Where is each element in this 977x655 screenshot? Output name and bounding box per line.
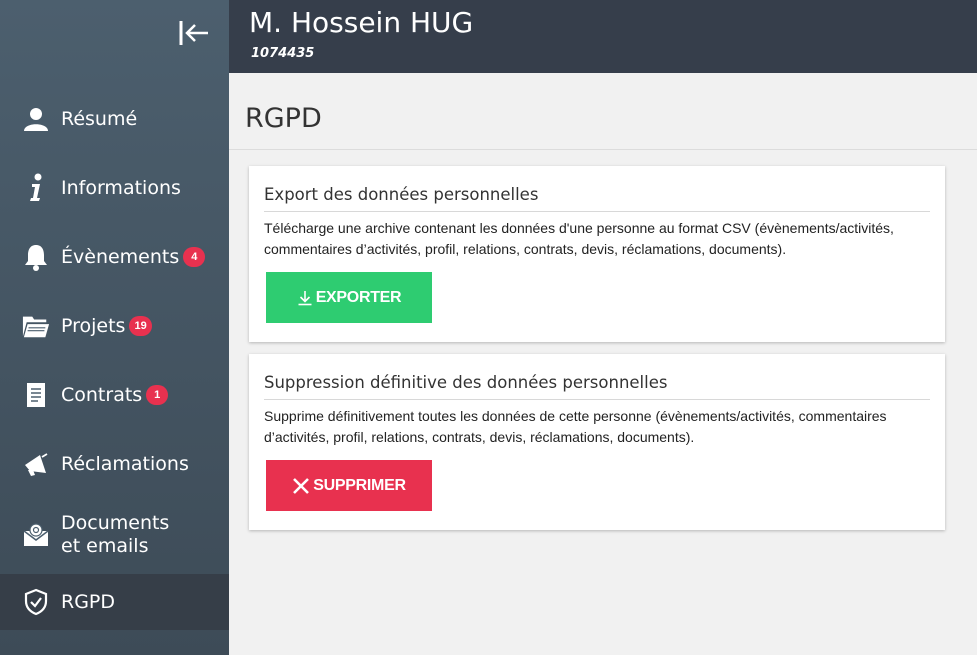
sidebar-item-documents[interactable]: Documents et emails [0, 505, 229, 565]
sidebar-item-evenements[interactable]: Évènements 4 [0, 229, 229, 285]
delete-card-divider [264, 399, 930, 400]
envelope-icon [22, 521, 50, 549]
sidebar-item-label: Documents et emails [61, 512, 169, 558]
sidebar-item-text-line2: et emails [61, 535, 149, 557]
delete-card-description: Supprime définitivement toutes les donné… [264, 408, 887, 445]
sidebar: Résumé Informations Évènements 4 Projets… [0, 0, 229, 655]
sidebar-item-projets[interactable]: Projets 19 [0, 298, 229, 354]
sidebar-item-text: Projets [61, 314, 126, 337]
title-divider [229, 149, 977, 150]
bell-icon [22, 243, 50, 271]
sidebar-item-label: RGPD [61, 590, 116, 613]
shield-check-icon [22, 588, 50, 616]
contact-id: 1074435 [251, 46, 315, 61]
events-count-badge: 4 [183, 247, 206, 267]
collapse-left-icon [179, 21, 208, 45]
sidebar-item-text: Évènements [61, 245, 180, 268]
sidebar-item-label: Évènements 4 [61, 245, 206, 269]
page-title: RGPD [245, 103, 322, 134]
document-icon [22, 381, 50, 409]
sidebar-item-rgpd[interactable]: RGPD [0, 574, 229, 630]
sidebar-item-label: Réclamations [61, 452, 189, 475]
sidebar-item-label: Informations [61, 176, 181, 199]
sidebar-item-label: Contrats 1 [61, 383, 169, 407]
sidebar-item-text: Contrats [61, 383, 143, 406]
close-icon [293, 477, 310, 494]
sidebar-item-contrats[interactable]: Contrats 1 [0, 367, 229, 423]
delete-card-title: Suppression définitive des données perso… [264, 373, 668, 392]
sidebar-item-label: Résumé [61, 107, 138, 130]
collapse-sidebar-button[interactable] [176, 16, 212, 50]
sidebar-item-informations[interactable]: Informations [0, 160, 229, 216]
contracts-count-badge: 1 [146, 385, 169, 405]
contact-name: M. Hossein HUG [249, 6, 474, 39]
export-button[interactable]: EXPORTER [266, 272, 432, 323]
sidebar-item-resume[interactable]: Résumé [0, 91, 229, 147]
folder-icon [22, 312, 50, 340]
export-card-description: Télécharge une archive contenant les don… [264, 220, 894, 257]
download-icon [298, 290, 312, 305]
sidebar-item-reclamations[interactable]: Réclamations [0, 436, 229, 492]
sidebar-item-text-line1: Documents [61, 512, 170, 534]
delete-button[interactable]: SUPPRIMER [266, 460, 432, 511]
megaphone-icon [22, 450, 50, 478]
info-icon [22, 173, 50, 202]
export-card-title: Export des données personnelles [264, 185, 539, 204]
sidebar-item-label: Projets 19 [61, 315, 152, 338]
export-button-label: EXPORTER [315, 288, 402, 306]
export-card-divider [264, 211, 930, 212]
delete-button-label: SUPPRIMER [313, 476, 406, 494]
page-header: M. Hossein HUG 1074435 [229, 0, 977, 73]
person-icon [22, 105, 50, 133]
export-card: Export des données personnelles Téléchar… [249, 166, 945, 342]
projects-count-badge: 19 [129, 316, 152, 336]
delete-card: Suppression définitive des données perso… [249, 354, 945, 530]
